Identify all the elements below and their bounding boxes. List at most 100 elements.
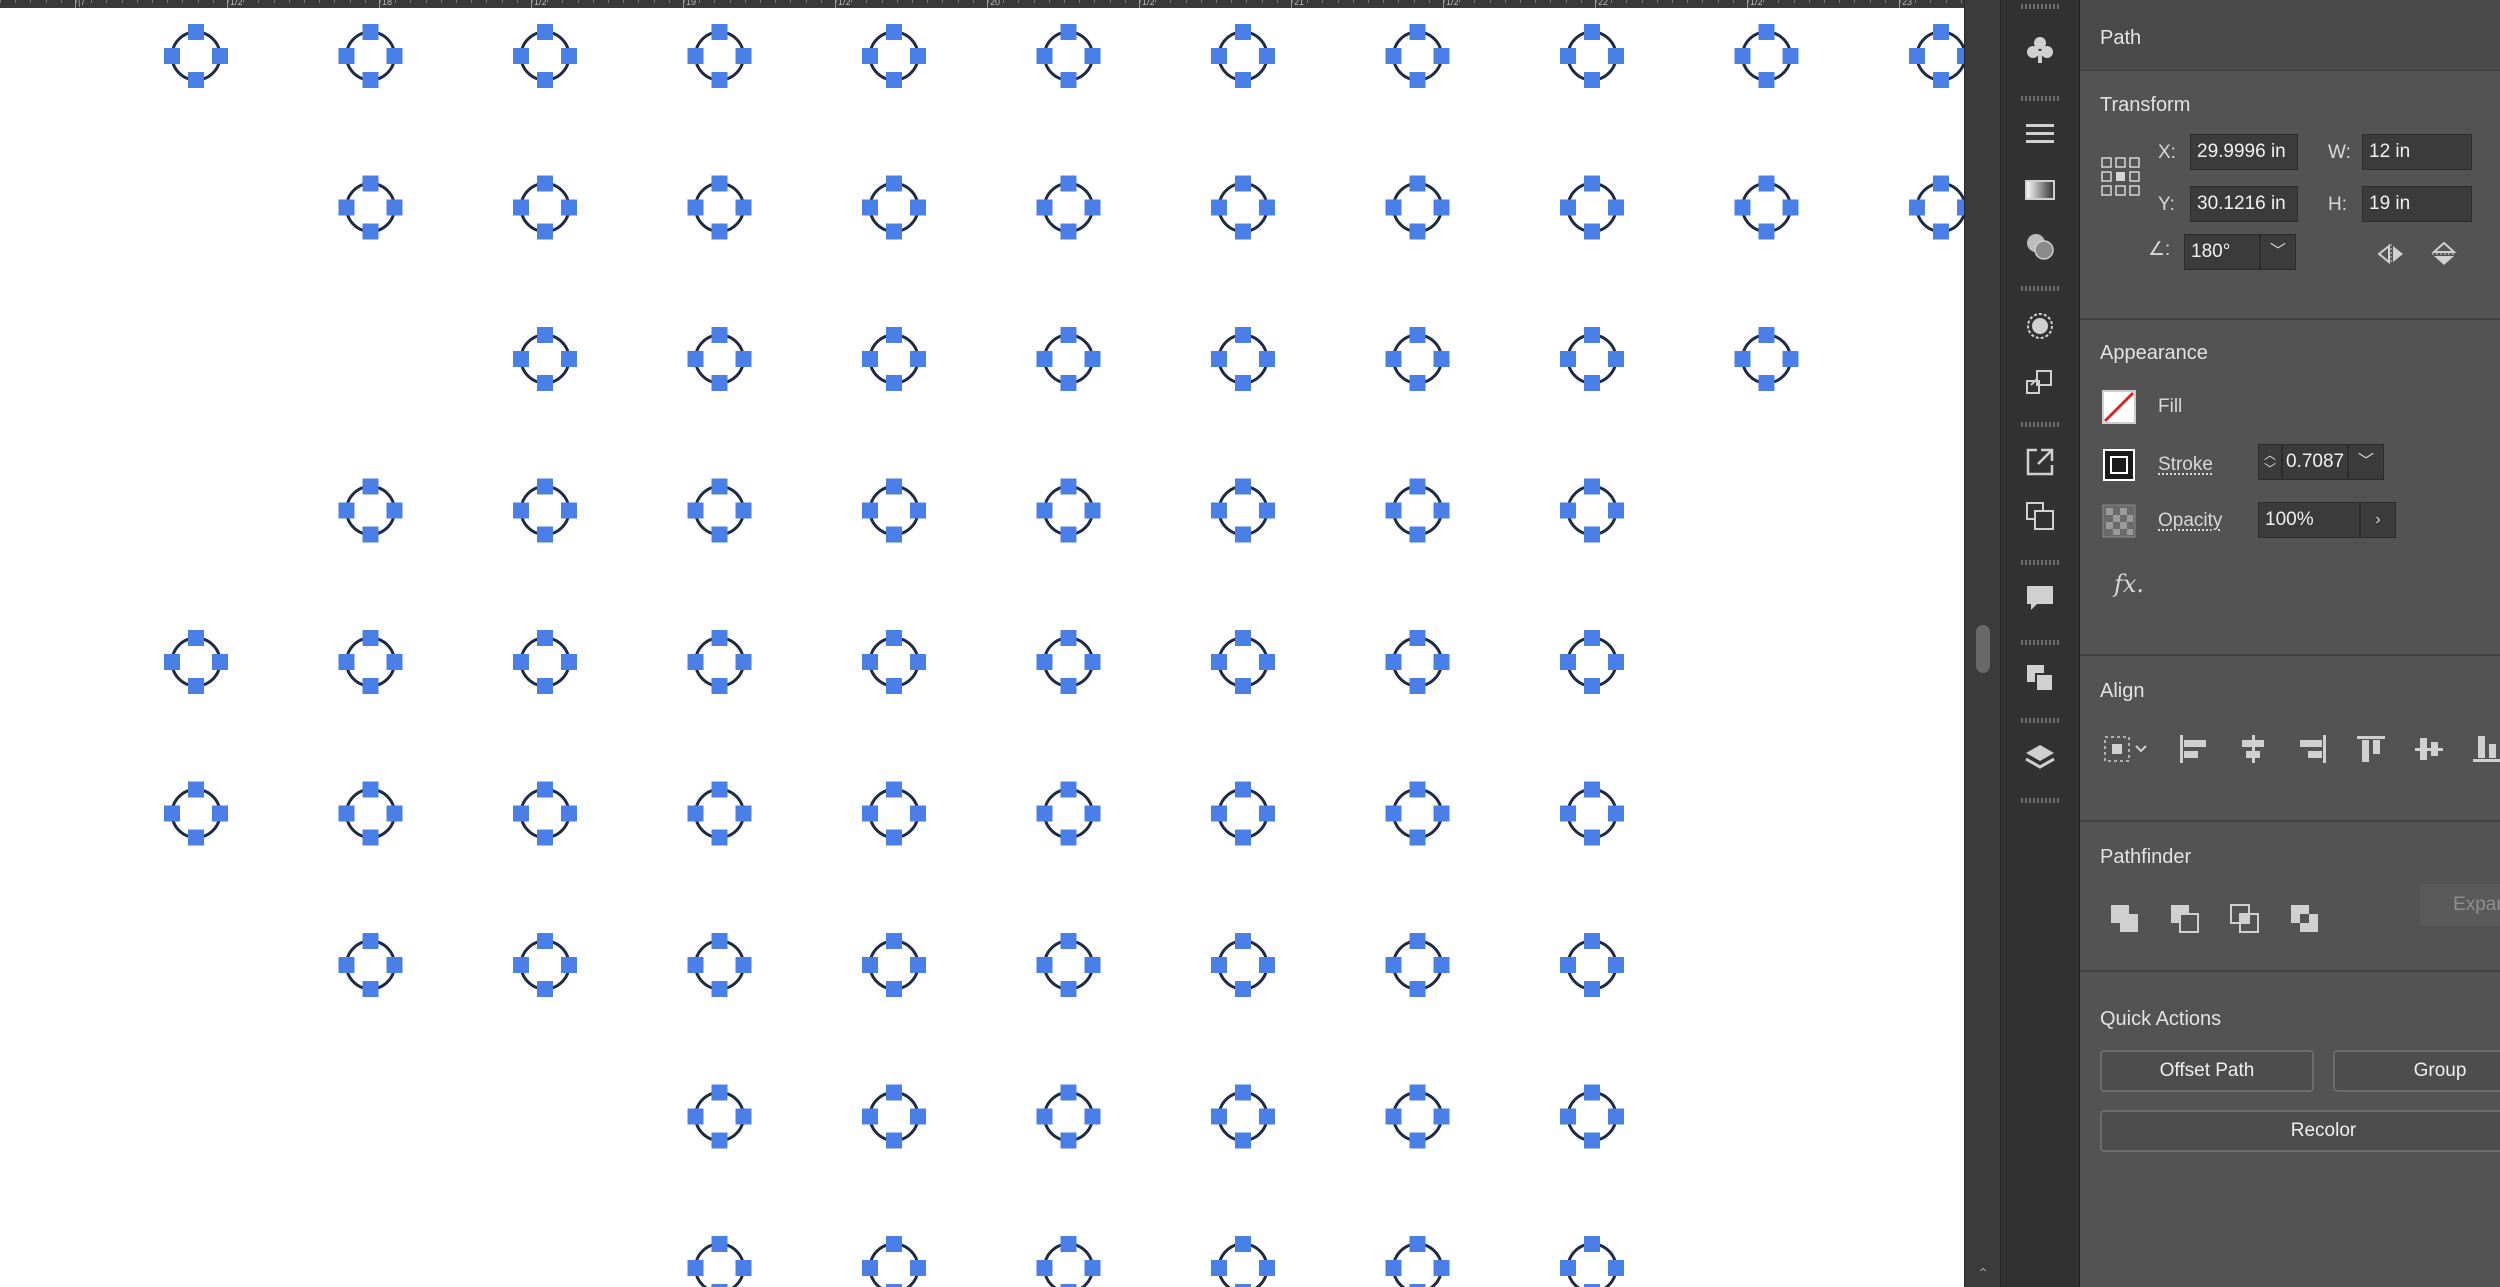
circle-path[interactable] xyxy=(1211,781,1275,846)
anchor-point[interactable] xyxy=(1385,502,1402,519)
anchor-point[interactable] xyxy=(537,223,553,240)
anchor-point[interactable] xyxy=(687,805,704,822)
anchor-point[interactable] xyxy=(711,678,728,694)
anchor-point[interactable] xyxy=(188,630,204,646)
anchor-point[interactable] xyxy=(1060,375,1077,391)
anchor-point[interactable] xyxy=(1235,1132,1251,1149)
anchor-point[interactable] xyxy=(1060,933,1077,949)
layers-icon[interactable] xyxy=(2015,736,2065,780)
anchor-point[interactable] xyxy=(711,24,728,40)
anchor-point[interactable] xyxy=(1758,327,1775,343)
circle-path[interactable] xyxy=(1560,781,1624,846)
symbols-icon[interactable] xyxy=(2015,28,2065,72)
anchor-point[interactable] xyxy=(1584,829,1600,846)
anchor-point[interactable] xyxy=(1235,1236,1251,1252)
anchor-point[interactable] xyxy=(711,630,728,646)
anchor-point[interactable] xyxy=(1235,223,1251,240)
anchor-point[interactable] xyxy=(1060,1132,1077,1149)
anchor-point[interactable] xyxy=(561,199,577,216)
anchor-point[interactable] xyxy=(687,957,704,973)
anchor-point[interactable] xyxy=(1957,199,1964,216)
anchor-point[interactable] xyxy=(711,526,728,543)
anchor-point[interactable] xyxy=(1211,48,1227,64)
anchor-point[interactable] xyxy=(1385,48,1402,64)
anchor-point[interactable] xyxy=(1060,223,1077,240)
anchor-point[interactable] xyxy=(513,957,529,973)
anchor-point[interactable] xyxy=(886,478,902,495)
anchor-point[interactable] xyxy=(886,678,902,694)
anchor-point[interactable] xyxy=(735,351,752,367)
circle-path[interactable] xyxy=(1385,933,1450,997)
anchor-point[interactable] xyxy=(1259,1260,1275,1276)
anchor-point[interactable] xyxy=(537,933,553,949)
circle-path[interactable] xyxy=(1036,781,1101,846)
anchor-point[interactable] xyxy=(1560,654,1576,670)
anchor-point[interactable] xyxy=(1409,175,1426,192)
align-left-icon[interactable] xyxy=(2176,732,2210,766)
anchor-point[interactable] xyxy=(1608,1260,1624,1276)
anchor-point[interactable] xyxy=(711,223,728,240)
circle-path[interactable] xyxy=(513,327,577,391)
anchor-point[interactable] xyxy=(886,829,902,846)
circle-path[interactable] xyxy=(164,630,228,694)
anchor-point[interactable] xyxy=(1584,327,1600,343)
circle-path[interactable] xyxy=(1211,478,1275,543)
circle-path[interactable] xyxy=(338,630,403,694)
anchor-point[interactable] xyxy=(362,175,379,192)
anchor-point[interactable] xyxy=(1433,805,1450,822)
circle-path[interactable] xyxy=(1036,1084,1101,1149)
anchor-point[interactable] xyxy=(1782,199,1799,216)
circle-path[interactable] xyxy=(1036,933,1101,997)
anchor-point[interactable] xyxy=(188,781,204,798)
circle-path[interactable] xyxy=(1560,1084,1624,1149)
anchor-point[interactable] xyxy=(1584,526,1600,543)
anchor-point[interactable] xyxy=(1909,48,1925,64)
anchor-point[interactable] xyxy=(1560,48,1576,64)
anchor-point[interactable] xyxy=(886,72,902,88)
stroke-weight-dropdown[interactable]: ﹀ xyxy=(2348,444,2384,480)
anchor-point[interactable] xyxy=(1259,199,1275,216)
circle-path[interactable] xyxy=(862,478,926,543)
scroll-up-icon[interactable]: ⌃ xyxy=(1975,1265,1991,1281)
anchor-point[interactable] xyxy=(362,24,379,40)
anchor-point[interactable] xyxy=(1385,351,1402,367)
anchor-point[interactable] xyxy=(1584,72,1600,88)
anchor-point[interactable] xyxy=(513,199,529,216)
anchor-point[interactable] xyxy=(1060,175,1077,192)
anchor-point[interactable] xyxy=(1385,199,1402,216)
artboard[interactable] xyxy=(0,8,1964,1287)
expand-button[interactable]: Expan xyxy=(2420,884,2500,926)
anchor-point[interactable] xyxy=(711,1132,728,1149)
anchor-point[interactable] xyxy=(1433,502,1450,519)
anchor-point[interactable] xyxy=(1409,1236,1426,1252)
circle-path[interactable] xyxy=(1036,1236,1101,1287)
anchor-point[interactable] xyxy=(735,502,752,519)
anchor-point[interactable] xyxy=(862,957,878,973)
anchor-point[interactable] xyxy=(886,933,902,949)
anchor-point[interactable] xyxy=(1235,375,1251,391)
anchor-point[interactable] xyxy=(1584,1084,1600,1101)
anchor-point[interactable] xyxy=(386,48,403,64)
circle-path[interactable] xyxy=(1560,478,1624,543)
anchor-point[interactable] xyxy=(910,1108,926,1125)
anchor-point[interactable] xyxy=(886,526,902,543)
anchor-point[interactable] xyxy=(1060,526,1077,543)
anchor-point[interactable] xyxy=(362,781,379,798)
anchor-point[interactable] xyxy=(711,981,728,997)
circle-path[interactable] xyxy=(687,933,752,997)
anchor-point[interactable] xyxy=(711,781,728,798)
anchor-point[interactable] xyxy=(1036,1260,1053,1276)
anchor-point[interactable] xyxy=(1259,351,1275,367)
x-field[interactable]: 29.9996 in xyxy=(2190,134,2298,170)
anchor-point[interactable] xyxy=(711,829,728,846)
anchor-point[interactable] xyxy=(711,478,728,495)
anchor-point[interactable] xyxy=(687,654,704,670)
circle-path[interactable] xyxy=(1560,24,1624,88)
anchor-point[interactable] xyxy=(1036,502,1053,519)
anchor-point[interactable] xyxy=(886,327,902,343)
circle-path[interactable] xyxy=(513,24,577,88)
anchor-point[interactable] xyxy=(362,933,379,949)
scrollbar-thumb[interactable] xyxy=(1976,625,1990,673)
anchor-point[interactable] xyxy=(687,1260,704,1276)
anchor-point[interactable] xyxy=(1385,1108,1402,1125)
